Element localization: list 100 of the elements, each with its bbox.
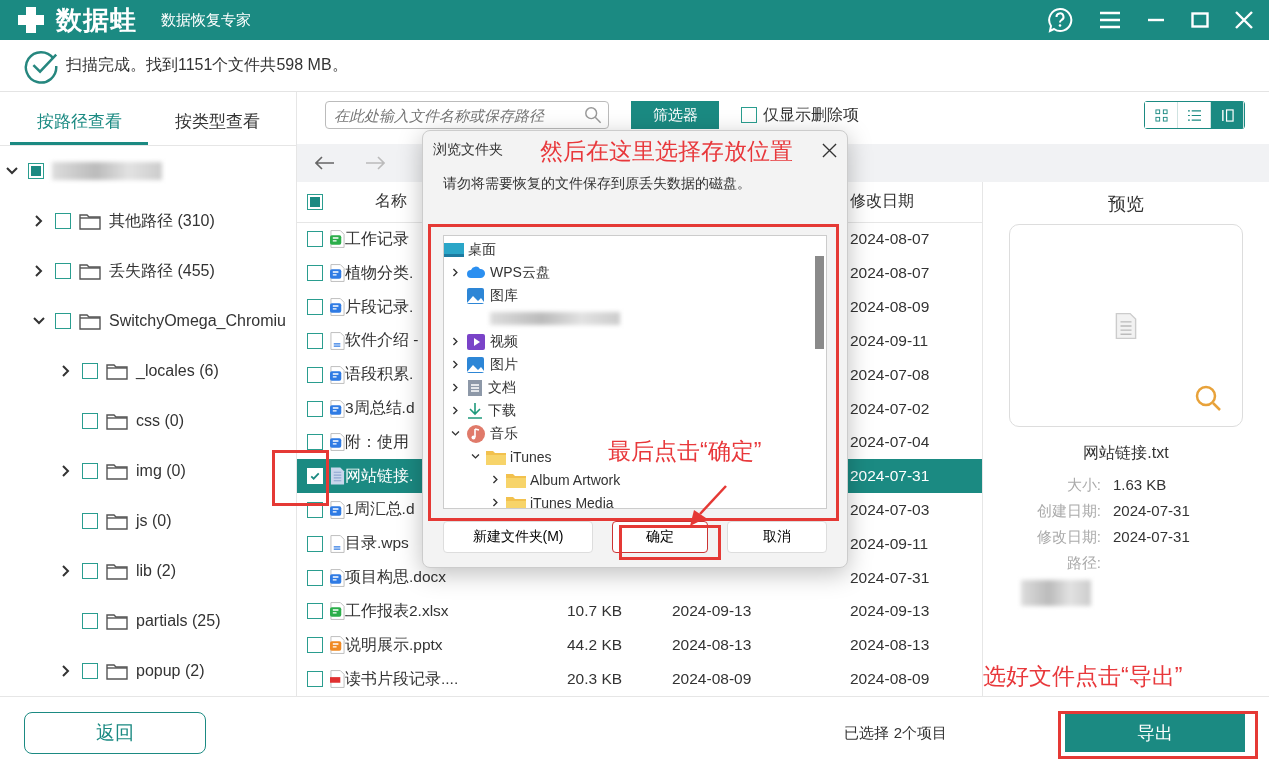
- help-icon[interactable]: [1047, 7, 1073, 33]
- tree-label[interactable]: _locales (6): [136, 362, 219, 381]
- modified-date: 2024-07-08: [850, 365, 931, 384]
- app-logo: 数据蛙: [56, 3, 137, 37]
- view-tab[interactable]: 按路径查看: [10, 92, 148, 146]
- checkbox[interactable]: [741, 107, 757, 123]
- menu-icon[interactable]: [1099, 10, 1121, 30]
- back-button[interactable]: 返回: [24, 712, 206, 754]
- folder-icon: [486, 448, 506, 465]
- folder-icon: [106, 512, 128, 531]
- checkbox[interactable]: [307, 332, 323, 349]
- search-icon[interactable]: [584, 106, 602, 124]
- checkbox[interactable]: [307, 603, 323, 620]
- detail-label: 修改日期:: [1035, 528, 1101, 547]
- checkbox[interactable]: [55, 313, 71, 330]
- checkbox[interactable]: [82, 363, 98, 380]
- checkbox[interactable]: [55, 263, 71, 280]
- tree-label[interactable]: css (0): [136, 412, 184, 431]
- folder-icon: [79, 262, 101, 281]
- dialog-message: 请勿将需要恢复的文件保存到原丢失数据的磁盘。: [442, 175, 752, 193]
- folder-label[interactable]: 文档: [488, 378, 516, 397]
- checkbox[interactable]: [82, 413, 98, 430]
- file-name: 附：使用: [345, 431, 409, 452]
- folder-label[interactable]: 音乐: [490, 424, 518, 443]
- list-icon: [1186, 108, 1202, 122]
- cloud-icon: [466, 264, 486, 281]
- scrollbar-thumb[interactable]: [814, 256, 824, 349]
- folder-icon: [106, 662, 128, 681]
- checkbox[interactable]: [82, 513, 98, 530]
- folder-icon: [506, 471, 526, 488]
- chevron-icon[interactable]: [449, 428, 461, 439]
- checkbox[interactable]: [82, 463, 98, 480]
- view-mode-button[interactable]: [1211, 102, 1244, 128]
- close-icon[interactable]: [822, 142, 837, 158]
- file-name: 项目构思.docx: [345, 567, 447, 588]
- checkbox-label[interactable]: 仅显示删除项: [763, 104, 859, 126]
- checkbox[interactable]: [28, 163, 44, 180]
- annotation-text: 选好文件点击“导出”: [983, 662, 1183, 691]
- tree-label[interactable]: partials (25): [136, 612, 221, 631]
- checkbox[interactable]: [307, 265, 323, 282]
- image-icon: [466, 355, 486, 374]
- folder-label[interactable]: iTunes: [510, 448, 552, 465]
- folder-label[interactable]: WPS云盘: [490, 263, 550, 282]
- tree-label[interactable]: SwitchyOmega_Chromiu: [109, 312, 286, 331]
- view-mode-button[interactable]: [1145, 102, 1178, 128]
- column-header[interactable]: 修改日期: [850, 191, 982, 213]
- modified-date: 2024-07-04: [850, 433, 931, 452]
- tree-label[interactable]: lib (2): [136, 562, 176, 581]
- tree-label[interactable]: 丢失路径 (455): [109, 260, 215, 282]
- checkbox[interactable]: [82, 613, 98, 630]
- checkbox[interactable]: [307, 535, 323, 552]
- detail-label: 大小:: [1065, 476, 1101, 495]
- checkbox[interactable]: [307, 400, 323, 417]
- checkbox[interactable]: [55, 213, 71, 230]
- folder-label[interactable]: 视频: [490, 332, 518, 351]
- export-button[interactable]: 导出: [1065, 714, 1245, 752]
- view-tab[interactable]: 按类型查看: [148, 92, 286, 146]
- file-name: 读书片段记录....: [345, 668, 459, 689]
- checkbox[interactable]: [307, 569, 323, 586]
- filter-button[interactable]: 筛选器: [631, 101, 719, 129]
- folder-icon: [506, 494, 526, 508]
- folder-label[interactable]: 桌面: [468, 240, 496, 259]
- checkbox[interactable]: [307, 637, 323, 654]
- minimize-icon[interactable]: [1147, 18, 1165, 22]
- detail-value: 1.63 KB: [1113, 476, 1168, 495]
- chevron-icon[interactable]: [469, 451, 481, 462]
- file-name: 网站链接.: [345, 465, 414, 486]
- modified-date: 2024-09-11: [850, 534, 930, 553]
- document-icon: [466, 378, 484, 397]
- tree-label[interactable]: popup (2): [136, 662, 205, 681]
- folder-label[interactable]: iTunes Media: [530, 494, 614, 508]
- checkbox[interactable]: [307, 231, 323, 248]
- folder-label[interactable]: 下载: [488, 401, 516, 420]
- checkbox[interactable]: [307, 434, 323, 451]
- checkbox[interactable]: [82, 663, 98, 680]
- dialog-button[interactable]: 新建文件夹(M): [443, 521, 593, 553]
- folder-icon: [106, 612, 128, 631]
- checkbox[interactable]: [82, 563, 98, 580]
- checkbox[interactable]: [307, 366, 323, 383]
- zoom-icon[interactable]: [1194, 384, 1222, 412]
- file-size: 44.2 KB: [567, 636, 623, 654]
- modified-date: 2024-08-13: [850, 636, 931, 655]
- folder-label[interactable]: 图库: [490, 286, 518, 305]
- folder-label[interactable]: 图片: [490, 355, 518, 374]
- checkbox[interactable]: [307, 299, 323, 316]
- tree-label[interactable]: 其他路径 (310): [109, 210, 215, 232]
- tree-label[interactable]: img (0): [136, 462, 186, 481]
- checkbox[interactable]: [307, 671, 323, 688]
- file-size: 10.7 KB: [567, 602, 623, 620]
- select-all-checkbox[interactable]: [307, 193, 323, 210]
- maximize-icon[interactable]: [1191, 12, 1209, 28]
- dialog-button[interactable]: 取消: [727, 521, 827, 553]
- created-date: 2024-08-09: [672, 670, 752, 688]
- search-field[interactable]: 在此处输入文件名称或保存路径: [325, 101, 609, 129]
- annotation-text: 然后在这里选择存放位置: [540, 137, 793, 166]
- tree-label[interactable]: js (0): [136, 512, 172, 531]
- folder-label[interactable]: Album Artwork: [530, 471, 621, 488]
- back-arrow-icon[interactable]: [315, 156, 335, 170]
- folder-icon: [106, 462, 128, 481]
- app-subtitle: 数据恢复专家: [161, 10, 251, 30]
